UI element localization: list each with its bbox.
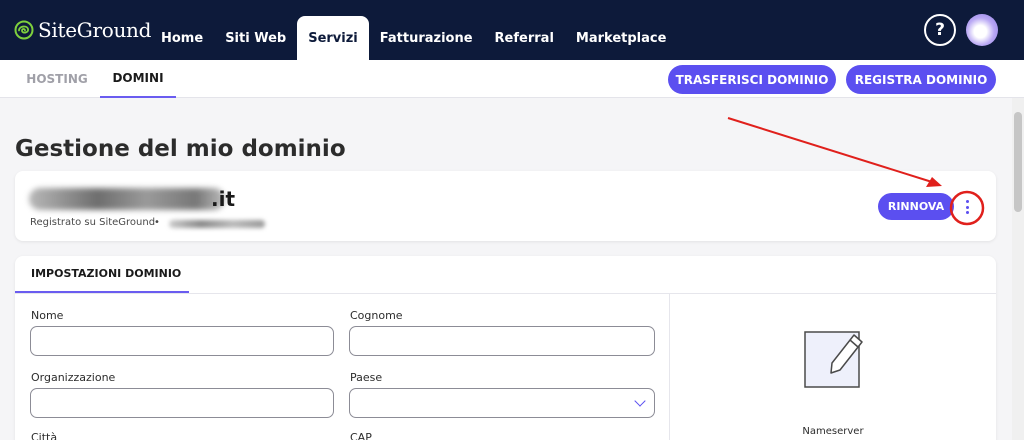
- domain-card: .it Registrato su SiteGround • RINNOVA: [15, 171, 996, 241]
- paese-label: Paese: [350, 371, 383, 384]
- siteground-logo-icon: [14, 20, 34, 40]
- siteground-logo[interactable]: SiteGround: [14, 20, 151, 40]
- nameserver-label: Nameserver: [802, 426, 864, 437]
- nav-item-siti-web[interactable]: Siti Web: [214, 16, 297, 60]
- registered-label: Registrato su SiteGround: [30, 217, 156, 228]
- transfer-domain-button[interactable]: TRASFERISCI DOMINIO: [668, 65, 836, 94]
- avatar[interactable]: [966, 14, 998, 46]
- chevron-down-icon: [634, 395, 646, 407]
- scrollbar-thumb[interactable]: [1014, 112, 1022, 212]
- separator-dot: •: [154, 217, 160, 228]
- renew-button[interactable]: RINNOVA: [878, 193, 954, 220]
- tab-hosting[interactable]: HOSTING: [16, 60, 98, 98]
- redacted-domain-name: [29, 188, 225, 210]
- edit-icon: [804, 331, 863, 388]
- top-navbar: SiteGround Home Siti Web Servizi Fattura…: [0, 0, 1024, 60]
- nav-item-home[interactable]: Home: [150, 16, 214, 60]
- cognome-label: Cognome: [350, 309, 403, 322]
- nav-item-fatturazione[interactable]: Fatturazione: [369, 16, 484, 60]
- organizzazione-label: Organizzazione: [31, 371, 116, 384]
- redacted-expiry: [169, 220, 265, 228]
- register-domain-button[interactable]: REGISTRA DOMINIO: [846, 65, 996, 94]
- cognome-field[interactable]: [349, 326, 655, 356]
- tab-domini[interactable]: DOMINI: [100, 60, 176, 98]
- main-nav: Home Siti Web Servizi Fatturazione Refer…: [150, 16, 677, 60]
- tab-impostazioni-dominio[interactable]: IMPOSTAZIONI DOMINIO: [15, 256, 189, 293]
- nome-field[interactable]: [30, 326, 334, 356]
- nav-item-marketplace[interactable]: Marketplace: [565, 16, 678, 60]
- domain-tld: .it: [211, 187, 236, 211]
- page-title: Gestione del mio dominio: [15, 136, 346, 162]
- paese-select[interactable]: [349, 388, 655, 418]
- organizzazione-field[interactable]: [30, 388, 334, 418]
- divider: [669, 294, 670, 440]
- more-options-icon[interactable]: [960, 198, 974, 216]
- nav-item-servizi[interactable]: Servizi: [297, 16, 369, 60]
- logo-wordmark: SiteGround: [38, 18, 152, 42]
- nav-item-referral[interactable]: Referral: [484, 16, 565, 60]
- cap-label: CAP: [350, 431, 372, 440]
- help-icon[interactable]: ?: [924, 14, 956, 46]
- nome-label: Nome: [31, 309, 64, 322]
- divider: [15, 293, 996, 294]
- citta-label: Città: [31, 431, 58, 440]
